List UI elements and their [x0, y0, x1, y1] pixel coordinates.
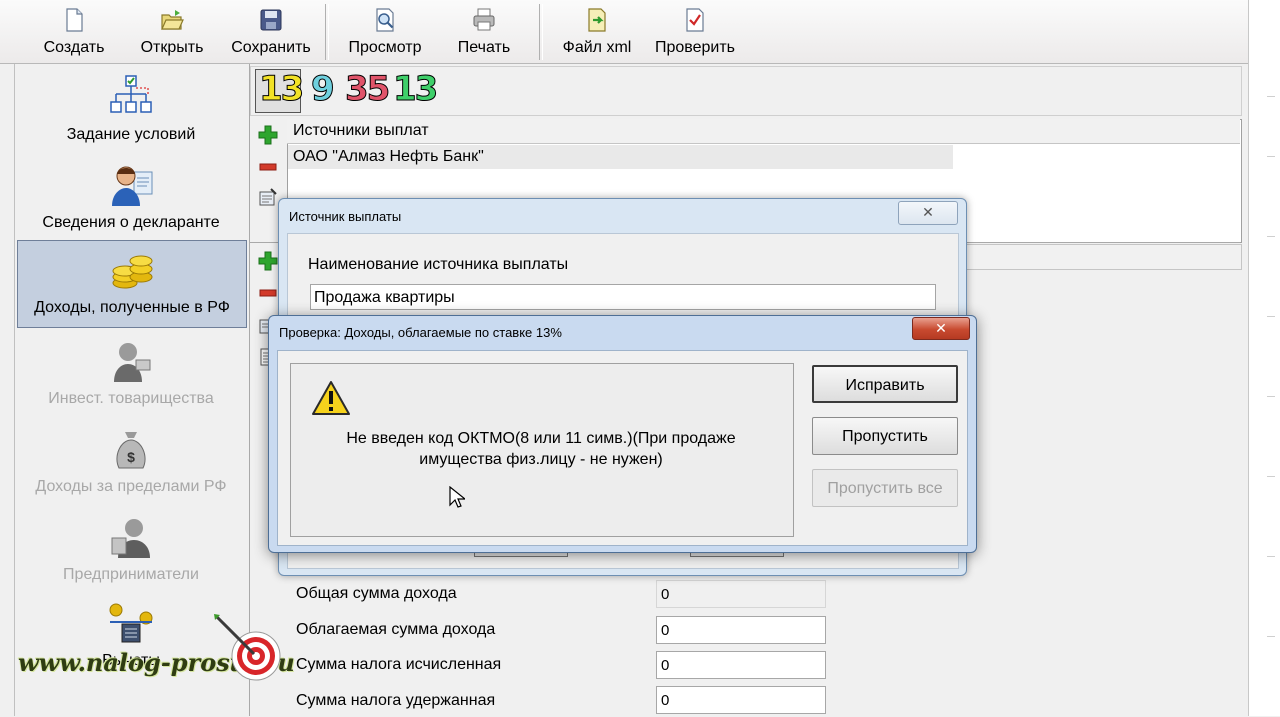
toolbar-separator — [539, 4, 543, 60]
sidebar-item-label: Инвест. товарищества — [48, 390, 214, 407]
save-label: Сохранить — [231, 39, 311, 56]
preview-magnifier-icon — [376, 8, 394, 32]
sources-column-header: Источники выплат — [293, 122, 429, 139]
check-dialog-body: Не введен код ОКТМО(8 или 11 симв.)(При … — [277, 350, 968, 546]
remove-income-minus-icon[interactable] — [257, 282, 279, 304]
xml-file-button[interactable]: Файл xml — [556, 4, 638, 60]
tax-withheld-label: Сумма налога удержанная — [296, 692, 496, 709]
save-disk-icon — [260, 9, 282, 31]
print-button[interactable]: Печать — [446, 4, 522, 60]
check-message: Не введен код ОКТМО(8 или 11 симв.)(При … — [311, 428, 771, 470]
sidebar-item-label: Предприниматели — [63, 566, 199, 583]
sources-grid-header-filler — [953, 119, 1240, 144]
rate-35-tab[interactable]: 35 — [344, 69, 390, 110]
print-label: Печать — [457, 39, 511, 56]
check-label: Проверить — [654, 39, 735, 56]
source-dialog-close-button[interactable]: ✕ — [898, 201, 958, 225]
message-box: Не введен код ОКТМО(8 или 11 симв.)(При … — [290, 363, 794, 537]
tax-withheld-field[interactable]: 0 — [656, 686, 826, 714]
preview-button[interactable]: Просмотр — [340, 4, 430, 60]
create-label: Создать — [43, 39, 105, 56]
sidebar-item-label: Доходы за пределами РФ — [35, 478, 227, 495]
add-source-plus-icon[interactable] — [257, 124, 279, 146]
xml-file-label: Файл xml — [562, 39, 632, 56]
investor-person-icon — [114, 343, 151, 382]
tax-rate-bar: 13 9 35 13 — [250, 66, 1242, 116]
tax-calculated-label: Сумма налога исчисленная — [296, 656, 502, 673]
table-row[interactable]: ОАО "Алмаз Нефть Банк" — [288, 145, 953, 169]
sidebar-item-invest[interactable]: Инвест. товарищества — [17, 332, 245, 418]
tax-calculated-field[interactable]: 0 — [656, 651, 826, 679]
source-name-input[interactable]: Продажа квартиры — [310, 284, 936, 310]
check-message-line: имущества физ.лицу - не нужен) — [419, 451, 663, 468]
mouse-cursor-icon — [449, 486, 465, 508]
create-button[interactable]: Создать — [34, 4, 114, 60]
sidebar-item-label: Задание условий — [66, 126, 196, 143]
declarant-person-icon — [112, 166, 153, 206]
check-document-icon — [686, 8, 704, 32]
rate-9-tab[interactable]: 9 — [311, 69, 336, 110]
new-document-icon — [66, 8, 83, 32]
check-dialog-title: Проверка: Доходы, облагаемые по ставке 1… — [279, 325, 562, 340]
sidebar-item-income-rf[interactable]: Доходы, полученные в РФ — [17, 240, 247, 328]
conditions-tree-icon — [110, 75, 152, 113]
sidebar-item-label: Доходы, полученные в РФ — [34, 299, 230, 316]
fix-button[interactable]: Исправить — [812, 365, 958, 403]
check-dialog: Проверка: Доходы, облагаемые по ставке 1… — [268, 315, 977, 553]
skip-button[interactable]: Пропустить — [812, 417, 958, 455]
printer-icon — [473, 8, 495, 31]
source-dialog-title: Источник выплаты — [289, 209, 402, 224]
open-label: Открыть — [140, 39, 204, 56]
close-icon: ✕ — [935, 320, 947, 336]
money-bag-icon: $ — [116, 432, 146, 469]
toolbar-separator — [325, 4, 329, 60]
add-income-plus-icon[interactable] — [257, 250, 279, 272]
sidebar-item-income-abroad[interactable]: $ Доходы за пределами РФ — [17, 420, 245, 506]
open-folder-icon — [161, 10, 184, 30]
preview-label: Просмотр — [348, 39, 422, 56]
check-dialog-close-button[interactable]: ✕ — [912, 317, 970, 340]
sidebar-item-conditions[interactable]: Задание условий — [17, 68, 245, 154]
sidebar-item-entrepreneurs[interactable]: Предприниматели — [17, 508, 245, 594]
main-toolbar: Создать Открыть Сохранить Просмотр Печат… — [0, 0, 1248, 64]
source-name-cell: ОАО "Алмаз Нефть Банк" — [293, 148, 484, 165]
right-scroll-strip — [1248, 0, 1280, 716]
open-button[interactable]: Открыть — [132, 4, 212, 60]
total-income-label: Общая сумма дохода — [296, 585, 457, 602]
rate-13-nonresident-tab[interactable]: 13 — [392, 69, 438, 110]
skip-all-button[interactable]: Пропустить все — [812, 469, 958, 507]
deductions-scale-icon — [109, 603, 153, 643]
rate-13-tab[interactable]: 13 — [258, 69, 304, 110]
sidebar-item-declarant[interactable]: Сведения о декларанте — [17, 156, 245, 242]
entrepreneur-icon — [111, 519, 150, 558]
check-button[interactable]: Проверить — [648, 4, 742, 60]
taxable-income-field[interactable]: 0 — [656, 616, 826, 644]
xml-file-icon — [588, 8, 606, 32]
save-button[interactable]: Сохранить — [226, 4, 316, 60]
remove-source-minus-icon[interactable] — [257, 156, 279, 178]
sidebar-item-label: Сведения о декларанте — [42, 214, 220, 231]
sources-grid-header: Источники выплат — [287, 119, 954, 144]
check-message-line: Не введен код ОКТМО(8 или 11 симв.)(При … — [346, 430, 736, 447]
coins-icon — [112, 255, 153, 289]
target-dart-icon — [214, 614, 281, 681]
close-icon: ✕ — [922, 204, 934, 220]
total-income-field: 0 — [656, 580, 826, 608]
warning-icon — [312, 381, 350, 415]
svg-text:$: $ — [127, 449, 135, 465]
source-name-label: Наименование источника выплаты — [308, 256, 569, 273]
edit-source-icon[interactable] — [257, 186, 279, 208]
taxable-income-label: Облагаемая сумма дохода — [296, 621, 496, 638]
